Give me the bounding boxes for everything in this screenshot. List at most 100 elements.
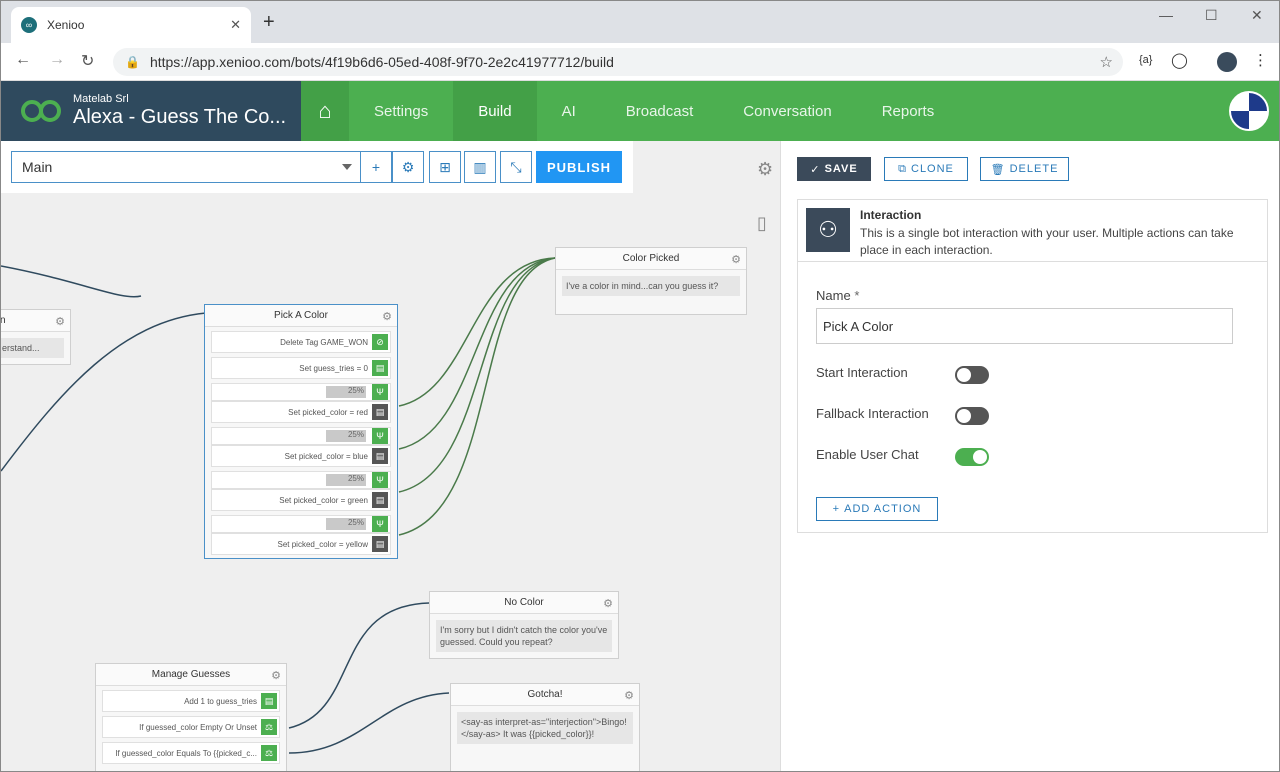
extension-circle-icon[interactable]: ◯: [1171, 51, 1188, 69]
xenioo-favicon-icon: ∞: [21, 17, 37, 33]
extension-json-icon[interactable]: {a}: [1139, 54, 1152, 66]
add-action-label: ADD ACTION: [844, 503, 922, 515]
branch-action[interactable]: Set picked_color = green ▤: [211, 489, 391, 511]
card-header: ⚇ Interaction This is a single bot inter…: [798, 200, 1267, 262]
collapse-icon[interactable]: ⤡: [500, 151, 532, 183]
menu-conversation[interactable]: Conversation: [718, 81, 856, 141]
action-if-empty[interactable]: If guessed_color Empty Or Unset ⚖: [102, 716, 280, 738]
toggle-knob: [973, 450, 987, 464]
add-action-button[interactable]: + ADD ACTION: [816, 497, 938, 521]
random-branch[interactable]: 25% Ψ: [211, 383, 391, 401]
browser-tab-bar: ∞ Xenioo ✕ + — ☐ ✕: [1, 1, 1279, 43]
branch-action[interactable]: Set picked_color = blue ▤: [211, 445, 391, 467]
maximize-icon[interactable]: ☐: [1205, 7, 1218, 24]
clone-button[interactable]: ⧉ CLONE: [884, 157, 968, 181]
gear-icon[interactable]: ⚙: [603, 597, 613, 610]
branch-action[interactable]: Set picked_color = yellow ▤: [211, 533, 391, 555]
node-pick-a-color[interactable]: Pick A Color ⚙ Delete Tag GAME_WON ⊘ Set g…: [204, 304, 398, 559]
home-icon[interactable]: ⌂: [301, 81, 349, 141]
gear-icon[interactable]: ⚙: [382, 310, 392, 323]
node-no-color[interactable]: No Color ⚙ I'm sorry but I didn't catch t…: [429, 591, 619, 659]
reload-icon[interactable]: ↻: [81, 51, 94, 71]
gear-icon[interactable]: ⚙: [392, 151, 424, 183]
flow-canvas[interactable]: Main + ⚙ ⊞ ▥ ⤡ PUBLISH n⚙ erstand... Pic…: [1, 141, 753, 771]
action-label: If guessed_color Equals To {{picked_c...: [115, 748, 257, 758]
name-label: Name *: [816, 288, 859, 303]
menu-build[interactable]: Build: [453, 81, 537, 141]
chart-icon[interactable]: ▥: [464, 151, 496, 183]
random-branch[interactable]: 25% Ψ: [211, 427, 391, 445]
user-avatar[interactable]: [1229, 91, 1269, 131]
name-field[interactable]: Pick A Color: [816, 308, 1233, 344]
main-menu: Settings Build AI Broadcast Conversation…: [349, 81, 959, 141]
menu-reports[interactable]: Reports: [857, 81, 960, 141]
branch-icon: Ψ: [372, 516, 388, 532]
action-set-variable[interactable]: Set guess_tries = 0 ▤: [211, 357, 391, 379]
phone-preview-icon[interactable]: ▯: [757, 213, 767, 234]
node-title-text: No Color: [504, 597, 544, 608]
node-manage-guesses[interactable]: Manage Guesses ⚙ Add 1 to guess_tries ▤ If…: [95, 663, 287, 771]
branch-icon: Ψ: [372, 384, 388, 400]
fallback-interaction-toggle[interactable]: [955, 407, 989, 425]
save-button[interactable]: ✓ SAVE: [797, 157, 871, 181]
gear-icon[interactable]: ⚙: [271, 669, 281, 682]
action-delete-tag[interactable]: Delete Tag GAME_WON ⊘: [211, 331, 391, 353]
node-gotcha[interactable]: Gotcha! ⚙ <say-as interpret-as="interject…: [450, 683, 640, 771]
random-branch[interactable]: 25% Ψ: [211, 515, 391, 533]
chevron-down-icon: [342, 164, 352, 170]
url-field[interactable]: 🔒 https://app.xenioo.com/bots/4f19b6d6-0…: [113, 48, 1123, 76]
action-add[interactable]: Add 1 to guess_tries ▤: [102, 690, 280, 712]
address-bar: ← → ↻ 🔒 https://app.xenioo.com/bots/4f19…: [1, 43, 1279, 81]
branch-percent: 25%: [326, 518, 366, 530]
back-icon[interactable]: ←: [15, 51, 31, 69]
gear-icon[interactable]: ⚙: [731, 253, 741, 266]
node-title: Gotcha! ⚙: [451, 684, 639, 706]
menu-ai[interactable]: AI: [537, 81, 601, 141]
minimize-icon[interactable]: —: [1159, 7, 1173, 23]
company-name: Matelab Srl: [73, 93, 129, 105]
menu-settings[interactable]: Settings: [349, 81, 453, 141]
flow-toolbar: Main + ⚙ ⊞ ▥ ⤡ PUBLISH: [1, 141, 633, 193]
app-header: Matelab Srl Alexa - Guess The Co... ⌂ Se…: [1, 81, 1279, 141]
variable-icon: ▤: [372, 360, 388, 376]
node-color-picked[interactable]: Color Picked ⚙ I've a color in mind...can…: [555, 247, 747, 315]
gear-icon[interactable]: ⚙: [55, 315, 65, 328]
new-tab-icon[interactable]: +: [263, 11, 275, 34]
enable-user-chat-toggle[interactable]: [955, 448, 989, 466]
add-icon[interactable]: +: [360, 151, 392, 183]
random-branch[interactable]: 25% Ψ: [211, 471, 391, 489]
forward-icon[interactable]: →: [49, 51, 65, 69]
gear-icon[interactable]: ⚙: [624, 689, 634, 702]
fallback-interaction-label: Fallback Interaction: [816, 406, 929, 421]
variable-icon: ▤: [372, 448, 388, 464]
hierarchy-icon[interactable]: ⊞: [429, 151, 461, 183]
browser-tab[interactable]: ∞ Xenioo ✕: [11, 7, 251, 43]
properties-panel: ✓ SAVE ⧉ CLONE 🗑 DELETE ⚇ Interaction Th…: [781, 141, 1279, 771]
clone-label: CLONE: [911, 163, 954, 175]
toggle-knob: [957, 368, 971, 382]
condition-icon: ⚖: [261, 719, 277, 735]
partial-node[interactable]: n⚙ erstand...: [1, 309, 71, 365]
menu-broadcast[interactable]: Broadcast: [601, 81, 719, 141]
start-interaction-toggle[interactable]: [955, 366, 989, 384]
condition-icon: ⚖: [261, 745, 277, 761]
bookmark-star-icon[interactable]: ☆: [1100, 53, 1113, 71]
browser-menu-icon[interactable]: ⋮: [1253, 51, 1268, 69]
close-tab-icon[interactable]: ✕: [230, 17, 241, 33]
url-text: https://app.xenioo.com/bots/4f19b6d6-05e…: [149, 54, 614, 70]
node-title: Color Picked ⚙: [556, 248, 746, 270]
node-title-text: Manage Guesses: [151, 669, 231, 680]
variable-icon: ▤: [372, 536, 388, 552]
interaction-card: ⚇ Interaction This is a single bot inter…: [797, 199, 1268, 533]
flow-select[interactable]: Main: [11, 151, 361, 183]
action-label: Set picked_color = red: [288, 407, 368, 417]
branch-action[interactable]: Set picked_color = red ▤: [211, 401, 391, 423]
action-if-equals[interactable]: If guessed_color Equals To {{picked_c...…: [102, 742, 280, 764]
close-window-icon[interactable]: ✕: [1251, 7, 1263, 24]
publish-button[interactable]: PUBLISH: [536, 151, 622, 183]
app-window: ∞ Xenioo ✕ + — ☐ ✕ ← → ↻ 🔒 https://app.x…: [0, 0, 1280, 772]
settings-gear-icon[interactable]: ⚙: [757, 159, 773, 180]
tab-title: Xenioo: [47, 18, 85, 32]
profile-avatar[interactable]: [1217, 52, 1237, 72]
delete-button[interactable]: 🗑 DELETE: [980, 157, 1069, 181]
